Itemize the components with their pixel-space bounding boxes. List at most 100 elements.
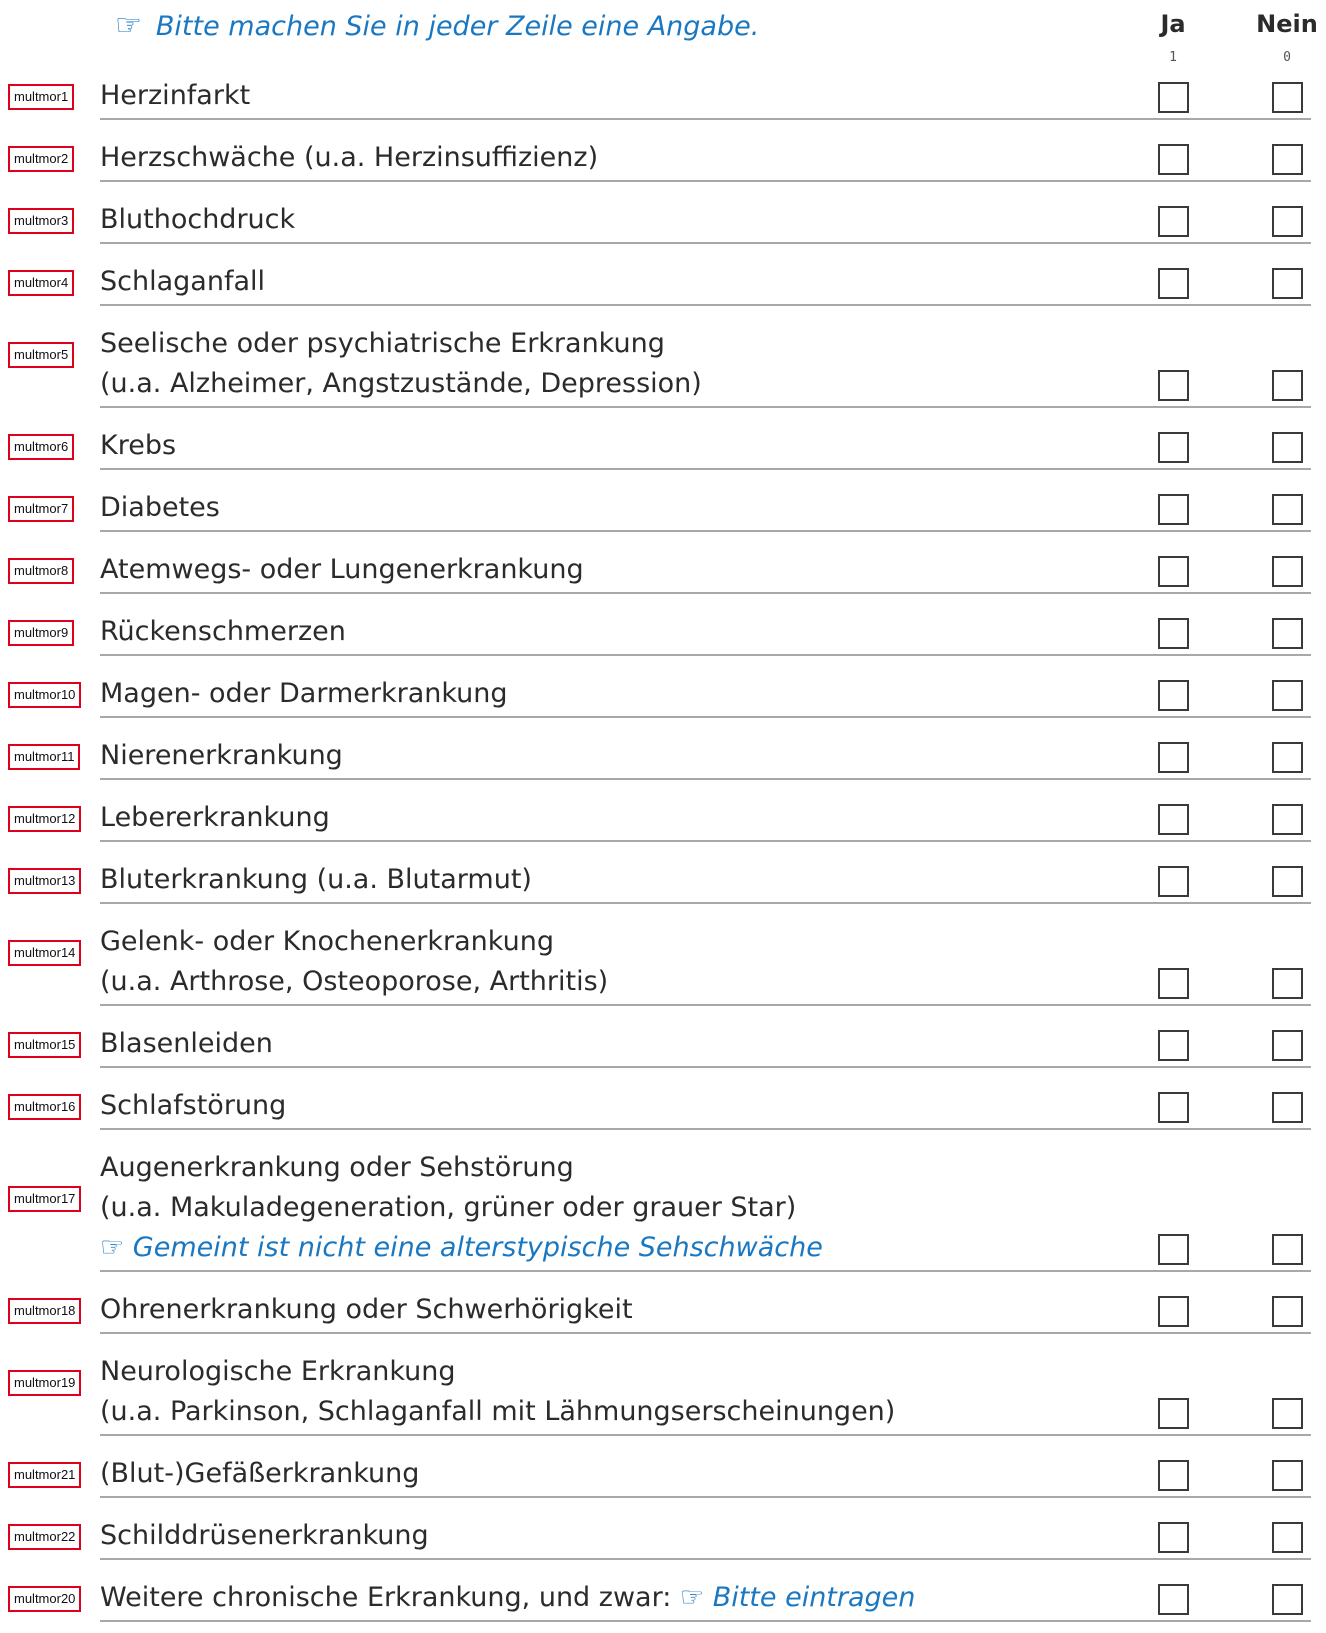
- checkbox-nein[interactable]: [1272, 1522, 1303, 1553]
- question-label-text: Magen- oder Darmerkrankung: [100, 678, 508, 709]
- checkbox-ja[interactable]: [1158, 1234, 1189, 1265]
- question-row: multmor1 Herzinfarkt: [0, 76, 1326, 120]
- question-label: Augenerkrankung oder Sehstörung (u.a. Mak…: [100, 1148, 823, 1268]
- question-row: multmor22 Schilddrüsenerkrankung: [0, 1516, 1326, 1560]
- checkbox-nein[interactable]: [1272, 556, 1303, 587]
- checkbox-ja[interactable]: [1158, 1398, 1189, 1429]
- question-row: multmor16 Schlafstörung: [0, 1086, 1326, 1130]
- row-divider: [100, 1332, 1311, 1334]
- checkbox-ja[interactable]: [1158, 1522, 1189, 1553]
- variable-code-tag: multmor10: [8, 682, 82, 708]
- checkbox-nein[interactable]: [1272, 206, 1303, 237]
- question-row: multmor3 Bluthochdruck: [0, 200, 1326, 244]
- question-label: Schilddrüsenerkrankung: [100, 1516, 429, 1556]
- question-label-line: Schilddrüsenerkrankung: [100, 1516, 429, 1556]
- row-divider: [100, 1496, 1311, 1498]
- checkbox-nein[interactable]: [1272, 494, 1303, 525]
- column-code-ja: 1: [1169, 50, 1177, 65]
- checkbox-ja[interactable]: [1158, 1092, 1189, 1123]
- checkbox-nein[interactable]: [1272, 866, 1303, 897]
- checkbox-nein[interactable]: [1272, 1296, 1303, 1327]
- question-label-text: Herzinfarkt: [100, 80, 251, 111]
- checkbox-nein[interactable]: [1272, 370, 1303, 401]
- question-row: multmor10 Magen- oder Darmerkrankung: [0, 674, 1326, 718]
- checkbox-ja[interactable]: [1158, 1296, 1189, 1327]
- variable-code-tag: multmor18: [8, 1298, 82, 1324]
- question-label-text: Nierenerkrankung: [100, 740, 343, 771]
- row-divider: [100, 180, 1311, 182]
- question-label-line: (u.a. Parkinson, Schlaganfall mit Lähmun…: [100, 1392, 895, 1432]
- question-label-text: Ohrenerkrankung oder Schwerhörigkeit: [100, 1294, 633, 1325]
- row-divider: [100, 304, 1311, 306]
- question-label-line: Seelische oder psychiatrische Erkrankung: [100, 324, 702, 364]
- variable-code-tag: multmor16: [8, 1094, 82, 1120]
- checkbox-ja[interactable]: [1158, 742, 1189, 773]
- variable-code-tag: multmor6: [8, 434, 75, 460]
- question-label-line: Magen- oder Darmerkrankung: [100, 674, 508, 714]
- checkbox-ja[interactable]: [1158, 680, 1189, 711]
- question-label-text: Augenerkrankung oder Sehstörung: [100, 1152, 574, 1183]
- variable-code-tag: multmor22: [8, 1524, 82, 1550]
- checkbox-ja[interactable]: [1158, 144, 1189, 175]
- checkbox-ja[interactable]: [1158, 268, 1189, 299]
- checkbox-nein[interactable]: [1272, 680, 1303, 711]
- checkbox-ja[interactable]: [1158, 370, 1189, 401]
- question-hint: ☞ Gemeint ist nicht eine alterstypische …: [100, 1228, 823, 1268]
- question-label-line: Herzinfarkt: [100, 76, 250, 116]
- inline-hint-text: Bitte eintragen: [712, 1582, 916, 1613]
- question-label-text: Lebererkrankung: [100, 802, 330, 833]
- question-label: Ohrenerkrankung oder Schwerhörigkeit: [100, 1290, 633, 1330]
- checkbox-ja[interactable]: [1158, 494, 1189, 525]
- checkbox-ja[interactable]: [1158, 432, 1189, 463]
- checkbox-ja[interactable]: [1158, 618, 1189, 649]
- question-label-line: Weitere chronische Erkrankung, und zwar:…: [100, 1578, 915, 1618]
- checkbox-nein[interactable]: [1272, 432, 1303, 463]
- checkbox-nein[interactable]: [1272, 1584, 1303, 1615]
- row-divider: [100, 778, 1311, 780]
- checkbox-nein[interactable]: [1272, 742, 1303, 773]
- checkbox-ja[interactable]: [1158, 1030, 1189, 1061]
- checkbox-nein[interactable]: [1272, 1398, 1303, 1429]
- row-divider: [100, 406, 1311, 408]
- checkbox-ja[interactable]: [1158, 206, 1189, 237]
- variable-code-tag: multmor8: [8, 558, 75, 584]
- checkbox-nein[interactable]: [1272, 618, 1303, 649]
- checkbox-nein[interactable]: [1272, 144, 1303, 175]
- question-row: multmor8 Atemwegs- oder Lungenerkrankung: [0, 550, 1326, 594]
- checkbox-nein[interactable]: [1272, 1030, 1303, 1061]
- column-header-nein: Nein: [1256, 10, 1318, 38]
- row-divider: [100, 468, 1311, 470]
- checkbox-ja[interactable]: [1158, 1460, 1189, 1491]
- instruction-text: Bitte machen Sie in jeder Zeile eine Ang…: [155, 11, 760, 42]
- question-label-text: (u.a. Parkinson, Schlaganfall mit Lähmun…: [100, 1396, 896, 1427]
- checkbox-ja[interactable]: [1158, 804, 1189, 835]
- question-label-text: (u.a. Alzheimer, Angstzustände, Depressi…: [100, 368, 702, 399]
- question-label: Herzschwäche (u.a. Herzinsuffizienz): [100, 138, 598, 178]
- question-label-line: Schlafstörung: [100, 1086, 286, 1126]
- question-label-line: Gelenk- oder Knochenerkrankung: [100, 922, 608, 962]
- checkbox-nein[interactable]: [1272, 1092, 1303, 1123]
- question-row: multmor13 Bluterkrankung (u.a. Blutarmut): [0, 860, 1326, 904]
- checkbox-ja[interactable]: [1158, 1584, 1189, 1615]
- checkbox-nein[interactable]: [1272, 1460, 1303, 1491]
- checkbox-ja[interactable]: [1158, 82, 1189, 113]
- checkbox-nein[interactable]: [1272, 268, 1303, 299]
- question-label-text: (u.a. Makuladegeneration, grüner oder gr…: [100, 1192, 797, 1223]
- checkbox-ja[interactable]: [1158, 866, 1189, 897]
- question-label: Seelische oder psychiatrische Erkrankung…: [100, 324, 702, 404]
- checkbox-nein[interactable]: [1272, 82, 1303, 113]
- question-label-line: Bluthochdruck: [100, 200, 295, 240]
- checkbox-nein[interactable]: [1272, 1234, 1303, 1265]
- instruction: ☞ Bitte machen Sie in jeder Zeile eine An…: [115, 8, 759, 43]
- question-label: Rückenschmerzen: [100, 612, 346, 652]
- question-label: Weitere chronische Erkrankung, und zwar:…: [100, 1578, 915, 1618]
- checkbox-nein[interactable]: [1272, 804, 1303, 835]
- variable-code-tag: multmor2: [8, 146, 75, 172]
- checkbox-ja[interactable]: [1158, 968, 1189, 999]
- checkbox-nein[interactable]: [1272, 968, 1303, 999]
- question-row: multmor12 Lebererkrankung: [0, 798, 1326, 842]
- checkbox-ja[interactable]: [1158, 556, 1189, 587]
- row-divider: [100, 840, 1311, 842]
- question-label-line: Neurologische Erkrankung: [100, 1352, 895, 1392]
- question-label-text: (u.a. Arthrose, Osteoporose, Arthritis): [100, 966, 609, 997]
